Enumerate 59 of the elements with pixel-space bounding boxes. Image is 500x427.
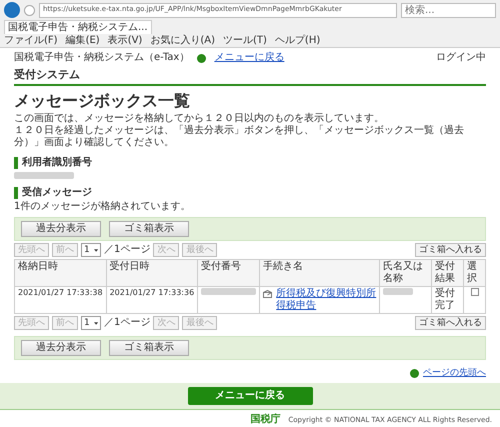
page-total: ／1ページ [104,244,150,256]
back-button[interactable] [4,2,20,18]
description-text: １２０日を経過したメッセージは、「過去分表示」ボタンを押し、「メッセージボックス一覧（過去分）」画面より確認してください。 [14,125,465,150]
menu-link[interactable]: メニューに戻る [214,52,284,64]
redacted-text [14,172,74,180]
menu-item[interactable]: お気に入り(A) [150,34,215,46]
column-header: 格納日時 [14,260,106,287]
search-field[interactable]: 検索... [401,2,496,18]
menu-item[interactable]: ツール(T) [223,34,267,46]
table-cell: 受付完了 [432,286,464,314]
pager-button: 前へ [52,243,78,258]
subsystem-name: 受付システム [14,68,81,82]
redacted-text [201,288,256,296]
pager-button: 次へ [153,243,180,258]
description-text: この画面では、メッセージを格納してから１２０日以内のものを表示しています。 [14,113,385,124]
caret-icon [94,322,98,325]
agency-name: 国税庁 [250,414,280,426]
pager-button: 先頭へ [14,243,49,258]
column-header: 氏名又は名称 [380,260,432,287]
page-select[interactable]: 1 [81,316,101,330]
circle-icon [197,54,206,62]
action-button[interactable]: 過去分表示 [21,340,101,356]
forward-button[interactable] [24,4,35,16]
pager-button: 最後へ [182,316,218,330]
pager-button: 先頭へ [14,316,49,330]
pager-button: 最後へ [182,243,218,258]
table-cell: 2021/01/27 17:33:38 [14,286,106,314]
column-header: 手続き名 [260,260,380,287]
page-title: メッセージボックス一覧 [14,91,191,110]
action-button[interactable]: 過去分表示 [21,221,101,238]
trash-button[interactable]: ゴミ箱へ入れる [415,243,486,258]
system-name: 国税電子申告・納税システム（e-Tax） [14,52,190,64]
menu-item[interactable]: 編集(E) [66,34,100,46]
page-total: ／1ページ [104,317,150,330]
table-cell: 2021/01/27 17:33:36 [106,286,198,314]
column-header: 受付日時 [106,260,198,287]
action-button[interactable]: ゴミ箱表示 [109,340,189,356]
column-header: 選択 [464,260,486,287]
select-checkbox[interactable] [470,288,478,296]
browser-tab[interactable]: 国税電子申告・納税システム... [4,20,152,34]
page-top-link[interactable]: ページの先頭へ [423,368,486,380]
menu-item[interactable]: 表示(V) [108,34,142,46]
trash-button[interactable]: ゴミ箱へ入れる [415,316,486,330]
page-select[interactable]: 1 [81,243,101,258]
redacted-text [383,288,414,296]
login-status: ログイン中 [436,52,486,64]
message-count: 1件のメッセージが格納されています。 [14,201,192,214]
column-header: 受付結果 [432,260,464,287]
column-header: 受付番号 [198,260,260,287]
envelope-icon [263,290,272,298]
pager-button: 前へ [52,316,78,330]
pager-button: 次へ [153,316,180,330]
menu-item[interactable]: ファイル(F) [4,34,58,46]
section-heading: 受信メッセージ [14,187,486,200]
action-button[interactable]: ゴミ箱表示 [109,221,189,238]
menu-button[interactable]: メニューに戻る [188,387,312,406]
menu-item[interactable]: ヘルプ(H) [274,34,320,46]
circle-icon [410,369,419,378]
caret-icon [94,248,98,252]
